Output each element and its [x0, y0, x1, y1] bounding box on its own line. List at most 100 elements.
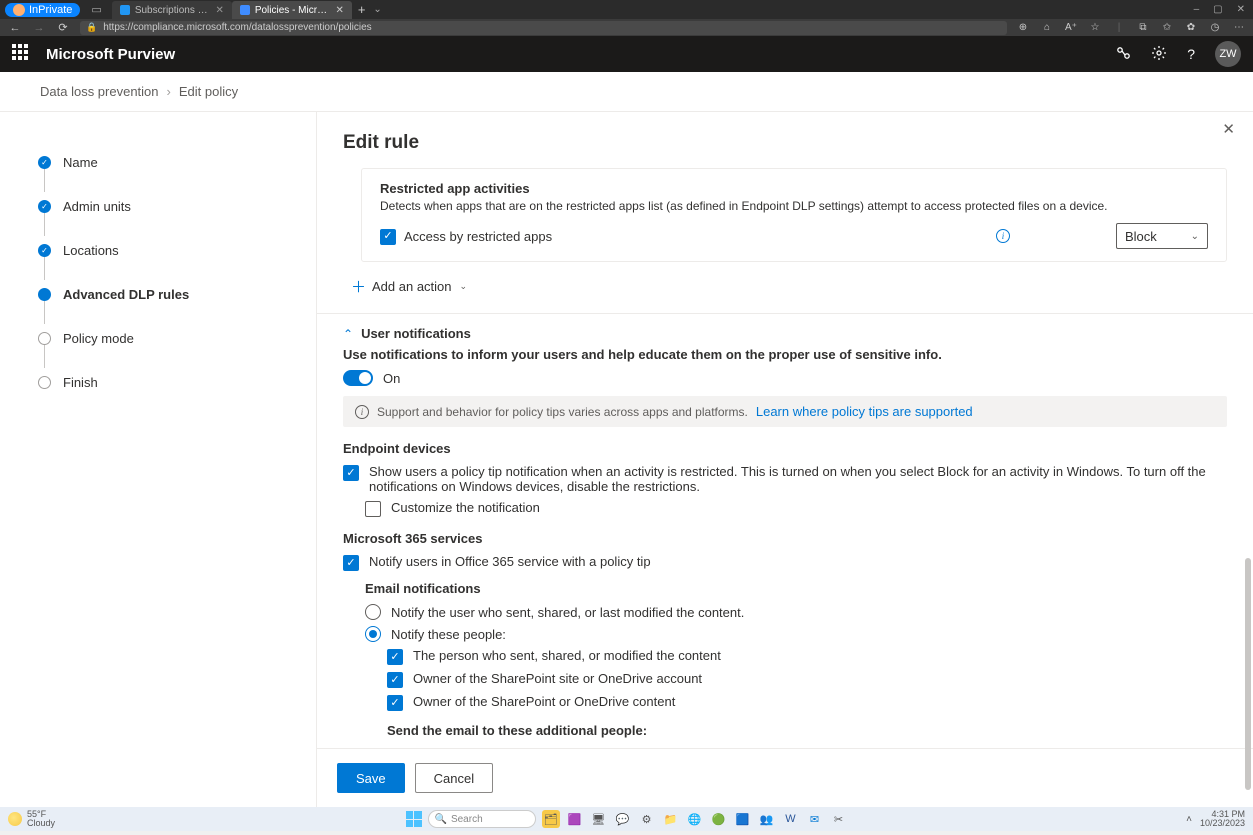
breadcrumb: Data loss prevention › Edit policy — [0, 72, 1253, 112]
more-icon[interactable]: ⋯ — [1233, 22, 1245, 34]
taskbar-app-icon[interactable]: 🟪 — [566, 810, 584, 828]
m365-notify-checkbox[interactable] — [343, 555, 359, 571]
search-icon: 🔍 — [435, 814, 447, 825]
taskbar-teams-icon[interactable]: 👥 — [758, 810, 776, 828]
panel-scroll-body[interactable]: Edit rule Restricted app activities Dete… — [317, 112, 1253, 748]
zoom-icon[interactable]: ⊕ — [1017, 22, 1029, 34]
wizard-step-name[interactable]: ✓Name — [38, 140, 292, 184]
help-icon[interactable]: ? — [1187, 46, 1195, 62]
notify-site-owner-checkbox[interactable] — [387, 672, 403, 688]
address-url-input[interactable]: 🔒 https://compliance.microsoft.com/datal… — [80, 21, 1007, 35]
tab-favicon-icon — [240, 5, 250, 15]
profile-label: InPrivate — [29, 4, 72, 16]
tab-menu-icon[interactable]: ⌄ — [373, 4, 381, 15]
user-avatar[interactable]: ZW — [1215, 41, 1241, 67]
profile-avatar-icon — [13, 4, 25, 16]
read-aloud-icon[interactable]: A⁺ — [1065, 22, 1077, 34]
notify-user-radio[interactable] — [365, 604, 381, 620]
taskbar-app-icon[interactable]: 💬 — [614, 810, 632, 828]
endpoint-policy-tip-checkbox[interactable] — [343, 465, 359, 481]
select-value: Block — [1125, 229, 1157, 244]
add-action-button[interactable]: ＋ Add an action ⌄ — [345, 266, 1227, 313]
taskbar-app-icon[interactable]: ⚙ — [638, 810, 656, 828]
notifications-toggle[interactable] — [343, 370, 373, 386]
restricted-app-card: Restricted app activities Detects when a… — [361, 168, 1227, 262]
app-title: Microsoft Purview — [46, 46, 175, 63]
start-button[interactable] — [406, 811, 422, 827]
wizard-step-locations[interactable]: ✓Locations — [38, 228, 292, 272]
breadcrumb-item-1: Edit policy — [179, 84, 238, 99]
weather-icon — [8, 812, 22, 826]
taskbar-app-icon[interactable]: 🟦 — [734, 810, 752, 828]
favorite-icon[interactable]: ☆ — [1089, 22, 1101, 34]
notify-content-owner-checkbox[interactable] — [387, 695, 403, 711]
taskbar-app-icon[interactable]: 🖥 — [590, 810, 608, 828]
browser-tab-0[interactable]: Subscriptions - Microsoft 365 a… ✕ — [112, 1, 232, 19]
extensions-icon[interactable]: ✿ — [1185, 22, 1197, 34]
whats-new-icon[interactable] — [1115, 45, 1131, 64]
browser-addressbar: ← → ⟳ 🔒 https://compliance.microsoft.com… — [0, 19, 1253, 36]
restricted-action-select[interactable]: Block ⌄ — [1116, 223, 1208, 249]
taskbar-chrome-icon[interactable]: 🟢 — [710, 810, 728, 828]
taskbar-explorer-icon[interactable]: 📁 — [662, 810, 680, 828]
taskbar-weather[interactable]: 55°F Cloudy — [8, 810, 55, 828]
nav-refresh-button[interactable]: ⟳ — [56, 21, 70, 34]
taskbar-outlook-icon[interactable]: ✉ — [806, 810, 824, 828]
tab-close-icon[interactable]: ✕ — [335, 5, 343, 16]
taskbar-app-icon[interactable]: 🗂 — [542, 810, 560, 828]
tab-favicon-icon — [120, 5, 130, 15]
email-notifications-heading: Email notifications — [365, 581, 1227, 596]
toggle-state-label: On — [383, 371, 400, 386]
breadcrumb-item-0[interactable]: Data loss prevention — [40, 84, 159, 99]
wizard-step-finish[interactable]: Finish — [38, 360, 292, 404]
chevron-down-icon: ⌄ — [1191, 231, 1199, 242]
wizard-step-advanced-dlp-rules[interactable]: Advanced DLP rules — [38, 272, 292, 316]
wizard-step-admin-units[interactable]: ✓Admin units — [38, 184, 292, 228]
app-header: Microsoft Purview ? ZW — [0, 36, 1253, 72]
wizard-step-policy-mode[interactable]: Policy mode — [38, 316, 292, 360]
tray-chevron-icon[interactable]: ˄ — [1186, 814, 1192, 825]
window-minimize-button[interactable]: – — [1194, 4, 1200, 15]
scrollbar-thumb[interactable] — [1245, 558, 1251, 790]
plus-icon: ＋ — [351, 276, 366, 297]
taskbar-search-input[interactable]: 🔍 Search — [428, 810, 536, 828]
inprivate-badge[interactable]: InPrivate — [5, 3, 80, 17]
taskbar-clock[interactable]: 4:31 PM 10/23/2023 — [1200, 810, 1245, 828]
panel-footer: Save Cancel — [317, 748, 1253, 807]
learn-policy-tips-link[interactable]: Learn where policy tips are supported — [756, 404, 973, 419]
chevron-down-icon: ⌄ — [460, 281, 468, 292]
policy-tips-info-banner: i Support and behavior for policy tips v… — [343, 396, 1227, 427]
collections-icon[interactable]: ⧉ — [1137, 22, 1149, 34]
nav-back-button[interactable]: ← — [8, 22, 22, 34]
cancel-button[interactable]: Cancel — [415, 763, 493, 793]
notify-people-radio[interactable] — [365, 626, 381, 642]
window-close-button[interactable]: ✕ — [1237, 4, 1245, 15]
home-icon[interactable]: ⌂ — [1041, 22, 1053, 34]
taskbar-edge-icon[interactable]: 🌐 — [686, 810, 704, 828]
info-icon: i — [355, 405, 369, 419]
browser-tabs: Subscriptions - Microsoft 365 a… ✕ Polic… — [112, 0, 352, 19]
panel-close-button[interactable]: ✕ — [1222, 120, 1235, 138]
additional-people-heading: Send the email to these additional peopl… — [387, 723, 1227, 738]
notify-person-label: The person who sent, shared, or modified… — [413, 648, 1227, 663]
taskbar-snip-icon[interactable]: ✂ — [830, 810, 848, 828]
taskbar-word-icon[interactable]: W — [782, 810, 800, 828]
favorites-bar-icon[interactable]: ✩ — [1161, 22, 1173, 34]
customize-notification-checkbox[interactable] — [365, 501, 381, 517]
save-button[interactable]: Save — [337, 763, 405, 793]
chevron-up-icon: ⌃ — [343, 327, 353, 341]
copilot-icon[interactable]: ◷ — [1209, 22, 1221, 34]
settings-icon[interactable] — [1151, 45, 1167, 64]
window-maximize-button[interactable]: ▢ — [1213, 4, 1222, 15]
browser-tab-1[interactable]: Policies - Microsoft Purview ✕ — [232, 1, 352, 19]
tab-actions-icon[interactable]: ▭ — [91, 3, 101, 16]
panel-title: Edit rule — [343, 132, 1227, 154]
info-icon[interactable]: i — [996, 229, 1010, 243]
wizard-nav: ✓Name ✓Admin units ✓Locations Advanced D… — [0, 112, 316, 807]
tab-close-icon[interactable]: ✕ — [215, 5, 223, 16]
access-restricted-apps-checkbox[interactable] — [380, 229, 396, 245]
app-launcher-button[interactable] — [12, 44, 32, 64]
notify-person-checkbox[interactable] — [387, 649, 403, 665]
user-notifications-section-toggle[interactable]: ⌃ User notifications — [343, 326, 1227, 341]
new-tab-button[interactable]: + — [358, 2, 366, 17]
